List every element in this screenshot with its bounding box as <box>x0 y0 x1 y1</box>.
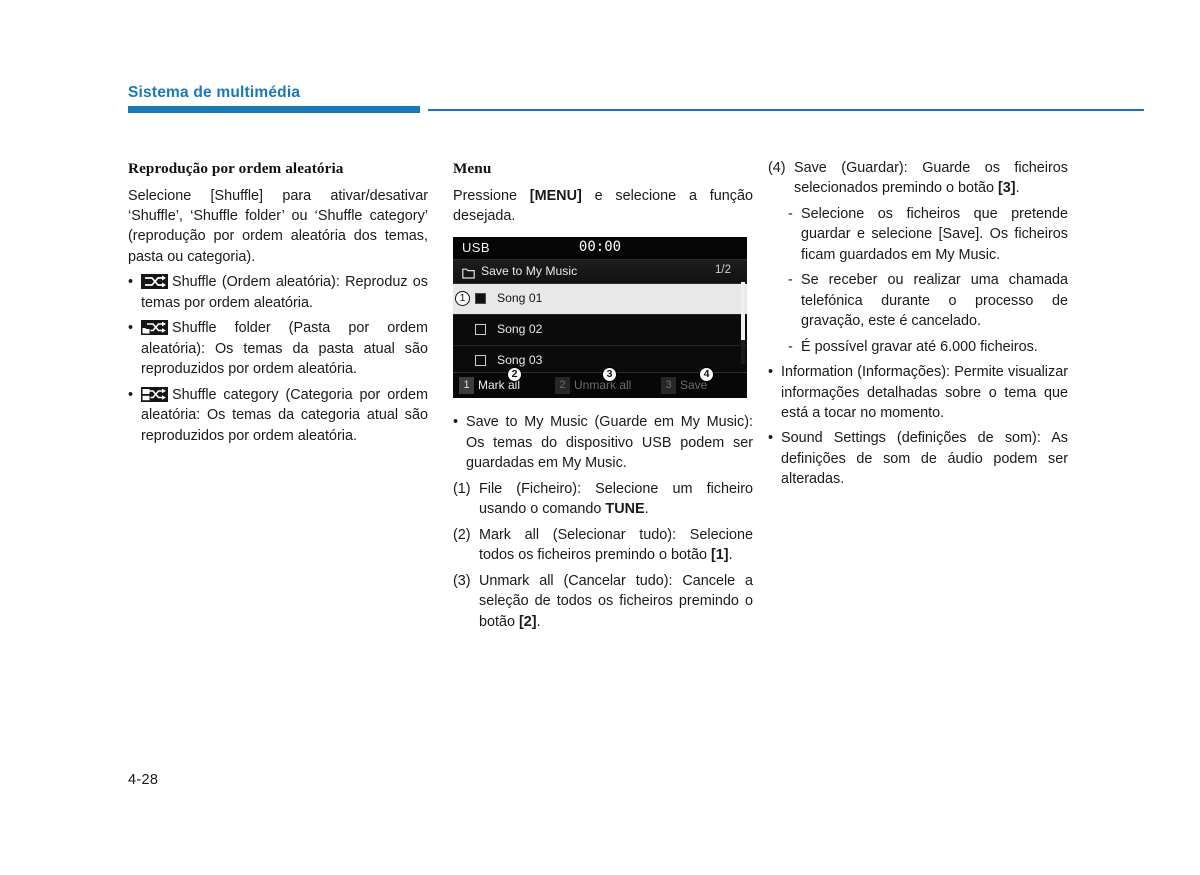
list-item: • Shuffle (Ordem aleatória): Reproduz os… <box>128 272 428 313</box>
list-item: • Sound Settings (definições de som): As… <box>768 428 1068 489</box>
header-rule-thin <box>428 109 1144 111</box>
usb-path-bar[interactable]: Save to My Music 1/2 <box>453 260 747 284</box>
shuffle-category-icon <box>141 386 168 402</box>
list-item: • Shuffle folder (Pasta por ordem aleató… <box>128 318 428 379</box>
shuffle-folder-icon <box>141 320 168 336</box>
bullet-dot: • <box>128 320 134 337</box>
left-column: Reprodução por ordem aleatória Selecione… <box>128 158 428 446</box>
bullet-dot: • <box>768 430 774 447</box>
numbered-item-marker: (1) <box>453 480 471 497</box>
list-item-label: Information (Informações): Permite visua… <box>781 364 1068 421</box>
callout-4: 4 <box>699 367 714 382</box>
callout-1: 1 <box>455 291 470 306</box>
dash-item-label: Se receber ou realizar uma chamada telef… <box>801 272 1068 330</box>
numbered-item-3: (3) Unmark all (Cancelar tudo): Cancele … <box>453 571 753 632</box>
numbered-item-2: (2) Mark all (Selecionar tudo): Selecion… <box>453 525 753 566</box>
usb-path-label: Save to My Music <box>481 264 578 278</box>
header-rule-thick <box>128 106 420 113</box>
callout-2: 2 <box>507 367 522 382</box>
dash-marker: - <box>788 205 793 222</box>
list-item: • Shuffle category (Categoria por ordem … <box>128 385 428 446</box>
checkbox-unchecked[interactable] <box>475 355 486 366</box>
menu-intro-before: Pressione <box>453 187 530 204</box>
unmark-all-key: 2 <box>555 377 570 394</box>
numbered-item-text-end: . <box>644 501 649 518</box>
numbered-item-text: Save (Guardar): Guarde os ficheiros sele… <box>794 160 1068 197</box>
folder-icon <box>462 266 475 279</box>
numbered-item-text-end: . <box>728 547 733 564</box>
menu-key-label: [MENU] <box>529 187 582 204</box>
list-item: • Information (Informações): Permite vis… <box>768 362 1068 423</box>
checkbox-unchecked[interactable] <box>475 324 486 335</box>
usb-page-indicator: 1/2 <box>715 264 731 276</box>
mark-all-key: 1 <box>459 377 474 394</box>
section-heading-menu: Menu <box>453 160 492 177</box>
numbered-item-keyword: TUNE <box>605 501 645 518</box>
list-item-label: Shuffle folder (Pasta por ordem aleatóri… <box>141 320 428 378</box>
numbered-item-keyword: [2] <box>519 613 537 630</box>
list-item-label: Song 03 <box>497 353 543 367</box>
usb-clock: 00:00 <box>578 239 622 255</box>
list-item-label: Shuffle (Ordem aleatória): Reproduz os t… <box>141 274 428 311</box>
dash-marker: - <box>788 338 793 355</box>
numbered-item-marker: (2) <box>453 526 471 543</box>
scrollbar-thumb[interactable] <box>741 282 745 340</box>
numbered-item-text-end: . <box>1015 180 1020 197</box>
checkbox-checked[interactable] <box>475 293 486 304</box>
numbered-item-marker: (3) <box>453 572 471 589</box>
numbered-item-text-end: . <box>536 613 541 630</box>
bullet-dot: • <box>128 386 134 403</box>
save-key: 3 <box>661 377 676 394</box>
usb-title-bar: USB 00:00 <box>453 237 747 260</box>
bullet-dot: • <box>128 274 134 291</box>
page-title: Sistema de multimédia <box>128 84 301 101</box>
bullet-dot: • <box>768 364 774 381</box>
list-item-label: Song 02 <box>497 322 543 336</box>
numbered-item-keyword: [1] <box>711 547 729 564</box>
shuffle-icon <box>141 274 168 290</box>
dash-item-label: É possível gravar até 6.000 ficheiros. <box>801 338 1038 355</box>
right-column: (4) Save (Guardar): Guarde os ficheiros … <box>768 158 1068 490</box>
unmark-all-label: Unmark all <box>574 378 632 392</box>
callout-3: 3 <box>602 367 617 382</box>
list-item-label: Song 01 <box>497 291 543 305</box>
dash-item-label: Selecione os ficheiros que pretende guar… <box>801 205 1068 263</box>
dash-item: - É possível gravar até 6.000 ficheiros. <box>788 337 1068 357</box>
dash-item: - Se receber ou realizar uma chamada tel… <box>788 270 1068 331</box>
dash-marker: - <box>788 272 793 289</box>
numbered-item-1: (1) File (Ficheiro): Selecione um fichei… <box>453 479 753 520</box>
menu-intro-paragraph: Pressione [MENU] e selecione a função de… <box>453 186 753 227</box>
numbered-item-keyword: [3] <box>998 180 1016 197</box>
numbered-item-marker: (4) <box>768 160 786 176</box>
list-item[interactable]: Song 02 <box>453 315 747 346</box>
section-heading-shuffle: Reprodução por ordem aleatória <box>128 160 344 177</box>
list-item-label: Save to My Music (Guarde em My Music): O… <box>466 414 753 472</box>
mark-all-button[interactable]: 1 Mark all <box>459 373 551 398</box>
page-number: 4-28 <box>128 772 159 788</box>
list-item-label: Shuffle category (Categoria por ordem al… <box>141 386 428 444</box>
list-item-label: Sound Settings (definições de som): As d… <box>781 430 1068 488</box>
page-header: Sistema de multimédia <box>128 84 1144 120</box>
list-item[interactable]: Song 01 <box>453 284 747 315</box>
shuffle-intro-paragraph: Selecione [Shuffle] para ativar/desativa… <box>128 187 428 265</box>
numbered-item-4: (4) Save (Guardar): Guarde os ficheiros … <box>768 158 1068 199</box>
dash-item: - Selecione os ficheiros que pretende gu… <box>788 204 1068 265</box>
bullet-dot: • <box>453 414 459 431</box>
list-item: • Save to My Music (Guarde em My Music):… <box>453 412 753 473</box>
